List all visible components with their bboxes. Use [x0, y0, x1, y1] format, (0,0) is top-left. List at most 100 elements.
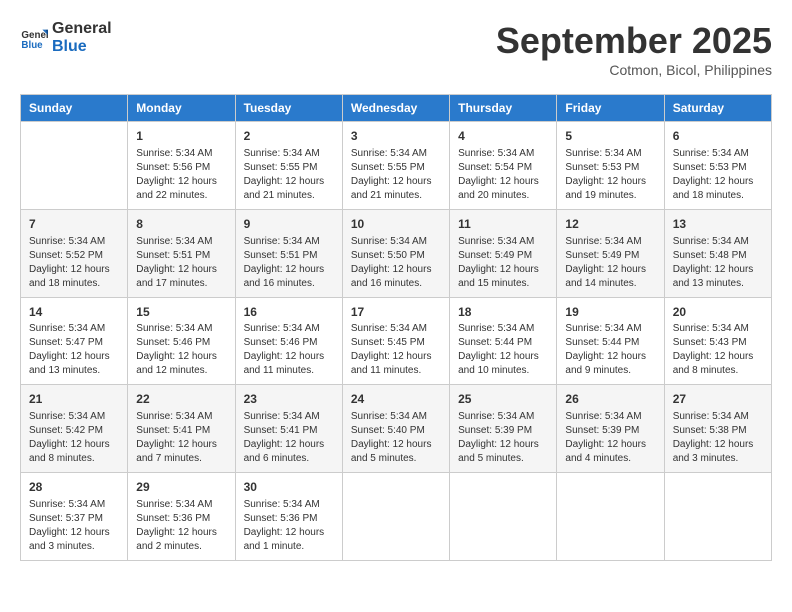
calendar-cell: 30Sunrise: 5:34 AM Sunset: 5:36 PM Dayli… [235, 473, 342, 561]
day-number: 16 [244, 304, 334, 321]
day-number: 8 [136, 216, 226, 233]
calendar-cell: 4 Sunrise: 5:34 AM Sunset: 5:54 PM Daylig… [450, 122, 557, 210]
day-info: Sunrise: 5:34 AM Sunset: 5:53 PM Dayligh… [565, 147, 655, 203]
day-number: 5 [565, 128, 655, 145]
day-number: 2 [244, 128, 334, 145]
day-info: Sunrise: 5:34 AM Sunset: 5:41 PM Dayligh… [244, 410, 334, 466]
day-header-wednesday: Wednesday [342, 95, 449, 122]
calendar-cell: 3 Sunrise: 5:34 AM Sunset: 5:55 PM Daylig… [342, 122, 449, 210]
calendar-week-row: 7 Sunrise: 5:34 AM Sunset: 5:52 PM Daylig… [21, 209, 772, 297]
day-info: Sunrise: 5:34 AM Sunset: 5:51 PM Dayligh… [244, 235, 334, 291]
calendar-cell: 29Sunrise: 5:34 AM Sunset: 5:36 PM Dayli… [128, 473, 235, 561]
calendar-cell: 7 Sunrise: 5:34 AM Sunset: 5:52 PM Daylig… [21, 209, 128, 297]
day-number: 14 [29, 304, 119, 321]
calendar-cell: 28 Sunrise: 5:34 AM Sunset: 5:37 PM Dayli… [21, 473, 128, 561]
day-number: 17 [351, 304, 441, 321]
location: Cotmon, Bicol, Philippines [496, 62, 772, 78]
calendar-cell [450, 473, 557, 561]
logo-icon: General Blue [20, 24, 48, 52]
calendar-cell: 9 Sunrise: 5:34 AM Sunset: 5:51 PM Daylig… [235, 209, 342, 297]
day-number: 7 [29, 216, 119, 233]
day-info: Sunrise: 5:34 AM Sunset: 5:36 PM Dayligh… [136, 498, 226, 554]
day-info: Sunrise: 5:34 AM Sunset: 5:46 PM Dayligh… [136, 322, 226, 378]
day-number: 12 [565, 216, 655, 233]
calendar-cell: 24 Sunrise: 5:34 AM Sunset: 5:40 PM Dayli… [342, 385, 449, 473]
day-info: Sunrise: 5:34 AM Sunset: 5:49 PM Dayligh… [458, 235, 548, 291]
calendar-cell: 5 Sunrise: 5:34 AM Sunset: 5:53 PM Daylig… [557, 122, 664, 210]
day-number: 4 [458, 128, 548, 145]
day-number: 28 [29, 479, 119, 496]
day-info: Sunrise: 5:34 AM Sunset: 5:46 PM Dayligh… [244, 322, 334, 378]
logo: General Blue General Blue [20, 20, 112, 56]
calendar-cell: 26Sunrise: 5:34 AM Sunset: 5:39 PM Dayli… [557, 385, 664, 473]
day-info: Sunrise: 5:34 AM Sunset: 5:42 PM Dayligh… [29, 410, 119, 466]
day-number: 3 [351, 128, 441, 145]
month-title: September 2025 [496, 20, 772, 62]
calendar-cell: 23 Sunrise: 5:34 AM Sunset: 5:41 PM Dayli… [235, 385, 342, 473]
day-info: Sunrise: 5:34 AM Sunset: 5:49 PM Dayligh… [565, 235, 655, 291]
days-header-row: SundayMondayTuesdayWednesdayThursdayFrid… [21, 95, 772, 122]
calendar-cell: 20Sunrise: 5:34 AM Sunset: 5:43 PM Dayli… [664, 297, 771, 385]
calendar-cell: 11 Sunrise: 5:34 AM Sunset: 5:49 PM Dayli… [450, 209, 557, 297]
day-info: Sunrise: 5:34 AM Sunset: 5:52 PM Dayligh… [29, 235, 119, 291]
calendar-cell: 6 Sunrise: 5:34 AM Sunset: 5:53 PM Daylig… [664, 122, 771, 210]
day-info: Sunrise: 5:34 AM Sunset: 5:43 PM Dayligh… [673, 322, 763, 378]
day-info: Sunrise: 5:34 AM Sunset: 5:47 PM Dayligh… [29, 322, 119, 378]
day-number: 15 [136, 304, 226, 321]
day-info: Sunrise: 5:34 AM Sunset: 5:37 PM Dayligh… [29, 498, 119, 554]
day-number: 23 [244, 391, 334, 408]
day-info: Sunrise: 5:34 AM Sunset: 5:53 PM Dayligh… [673, 147, 763, 203]
day-number: 6 [673, 128, 763, 145]
day-info: Sunrise: 5:34 AM Sunset: 5:55 PM Dayligh… [351, 147, 441, 203]
calendar-cell: 16Sunrise: 5:34 AM Sunset: 5:46 PM Dayli… [235, 297, 342, 385]
calendar-week-row: 28 Sunrise: 5:34 AM Sunset: 5:37 PM Dayli… [21, 473, 772, 561]
calendar-cell: 13 Sunrise: 5:34 AM Sunset: 5:48 PM Dayli… [664, 209, 771, 297]
calendar-cell: 2Sunrise: 5:34 AM Sunset: 5:55 PM Daylig… [235, 122, 342, 210]
day-number: 9 [244, 216, 334, 233]
calendar-cell: 27 Sunrise: 5:34 AM Sunset: 5:38 PM Dayli… [664, 385, 771, 473]
calendar-cell: 18Sunrise: 5:34 AM Sunset: 5:44 PM Dayli… [450, 297, 557, 385]
calendar-cell: 17Sunrise: 5:34 AM Sunset: 5:45 PM Dayli… [342, 297, 449, 385]
day-number: 24 [351, 391, 441, 408]
calendar-cell: 8 Sunrise: 5:34 AM Sunset: 5:51 PM Daylig… [128, 209, 235, 297]
day-info: Sunrise: 5:34 AM Sunset: 5:38 PM Dayligh… [673, 410, 763, 466]
calendar-cell: 12 Sunrise: 5:34 AM Sunset: 5:49 PM Dayli… [557, 209, 664, 297]
day-number: 19 [565, 304, 655, 321]
day-info: Sunrise: 5:34 AM Sunset: 5:39 PM Dayligh… [565, 410, 655, 466]
day-number: 25 [458, 391, 548, 408]
logo-text-general: General [52, 20, 112, 38]
day-info: Sunrise: 5:34 AM Sunset: 5:50 PM Dayligh… [351, 235, 441, 291]
day-info: Sunrise: 5:34 AM Sunset: 5:48 PM Dayligh… [673, 235, 763, 291]
calendar-cell: 10Sunrise: 5:34 AM Sunset: 5:50 PM Dayli… [342, 209, 449, 297]
calendar-week-row: 14Sunrise: 5:34 AM Sunset: 5:47 PM Dayli… [21, 297, 772, 385]
logo-text-blue: Blue [52, 38, 112, 56]
day-info: Sunrise: 5:34 AM Sunset: 5:51 PM Dayligh… [136, 235, 226, 291]
calendar-cell: 14Sunrise: 5:34 AM Sunset: 5:47 PM Dayli… [21, 297, 128, 385]
day-number: 1 [136, 128, 226, 145]
calendar-cell: 1Sunrise: 5:34 AM Sunset: 5:56 PM Daylig… [128, 122, 235, 210]
day-info: Sunrise: 5:34 AM Sunset: 5:40 PM Dayligh… [351, 410, 441, 466]
day-number: 20 [673, 304, 763, 321]
day-info: Sunrise: 5:34 AM Sunset: 5:36 PM Dayligh… [244, 498, 334, 554]
calendar-cell [342, 473, 449, 561]
day-number: 27 [673, 391, 763, 408]
calendar-week-row: 21 Sunrise: 5:34 AM Sunset: 5:42 PM Dayli… [21, 385, 772, 473]
day-header-monday: Monday [128, 95, 235, 122]
day-number: 21 [29, 391, 119, 408]
day-number: 18 [458, 304, 548, 321]
calendar-cell [21, 122, 128, 210]
day-info: Sunrise: 5:34 AM Sunset: 5:41 PM Dayligh… [136, 410, 226, 466]
calendar-cell: 25Sunrise: 5:34 AM Sunset: 5:39 PM Dayli… [450, 385, 557, 473]
day-header-saturday: Saturday [664, 95, 771, 122]
day-header-thursday: Thursday [450, 95, 557, 122]
day-number: 11 [458, 216, 548, 233]
calendar-cell [557, 473, 664, 561]
page-header: General Blue General Blue September 2025… [20, 20, 772, 78]
calendar-week-row: 1Sunrise: 5:34 AM Sunset: 5:56 PM Daylig… [21, 122, 772, 210]
calendar-cell: 22Sunrise: 5:34 AM Sunset: 5:41 PM Dayli… [128, 385, 235, 473]
svg-text:Blue: Blue [21, 40, 43, 51]
day-info: Sunrise: 5:34 AM Sunset: 5:44 PM Dayligh… [458, 322, 548, 378]
day-info: Sunrise: 5:34 AM Sunset: 5:54 PM Dayligh… [458, 147, 548, 203]
day-number: 13 [673, 216, 763, 233]
day-header-friday: Friday [557, 95, 664, 122]
